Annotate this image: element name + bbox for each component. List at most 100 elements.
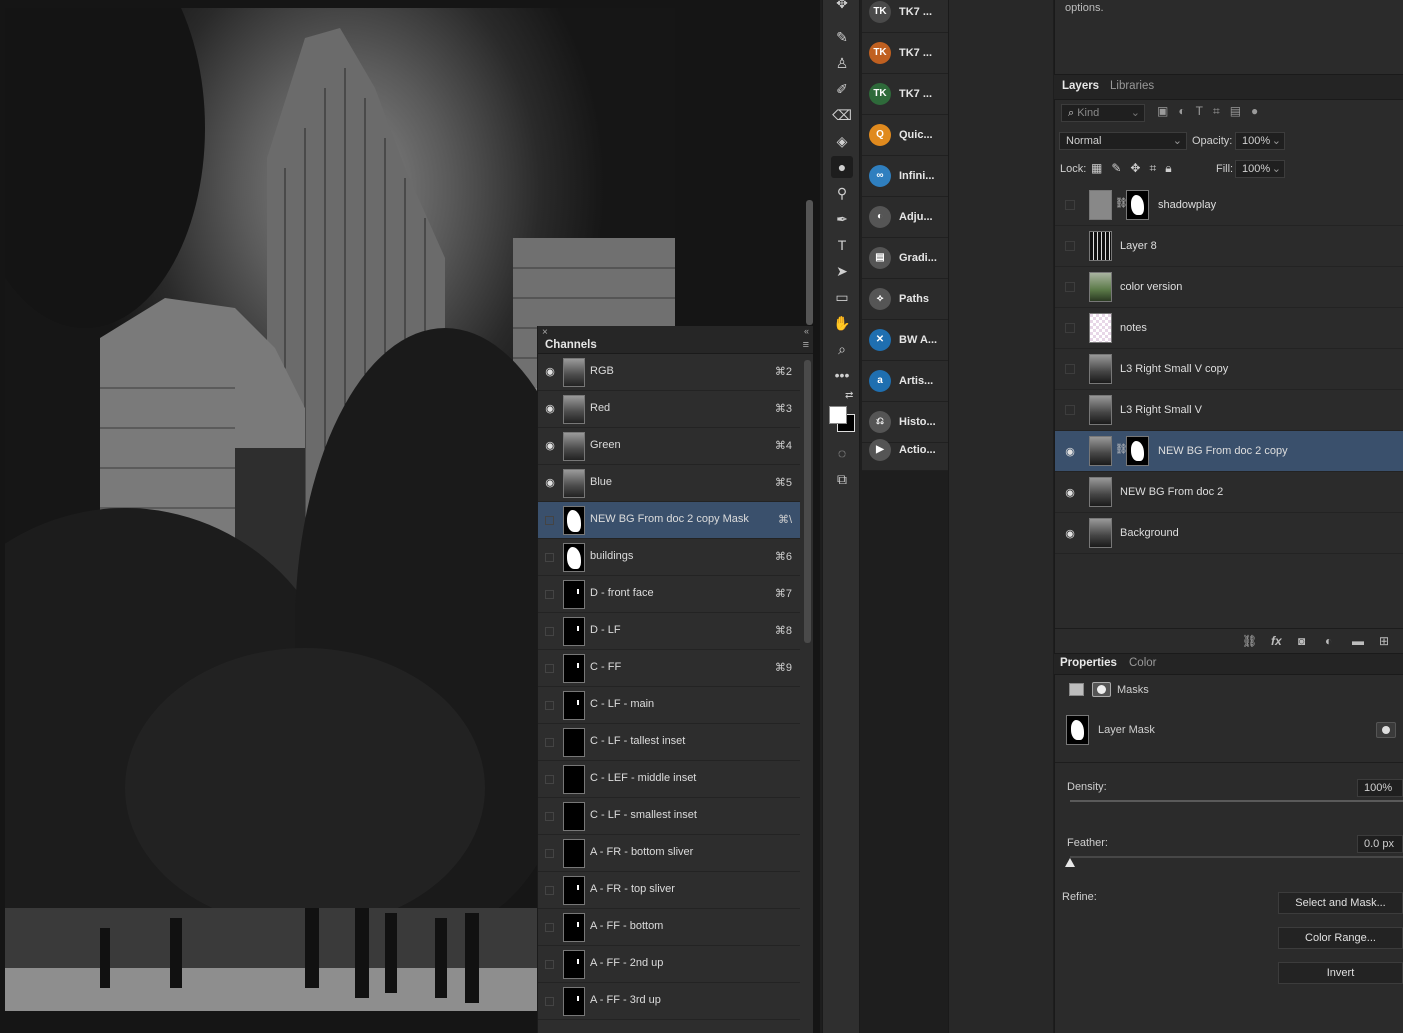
feather-slider[interactable] (1070, 856, 1403, 858)
visibility-toggle[interactable] (545, 886, 554, 895)
dock-item[interactable]: a Artis... (862, 361, 948, 402)
eye-icon[interactable]: ◉ (543, 440, 557, 452)
layer-row[interactable]: color version (1055, 267, 1403, 308)
layer-thumbnail[interactable] (1089, 477, 1112, 507)
visibility-toggle[interactable] (545, 923, 554, 932)
layer-row[interactable]: notes (1055, 308, 1403, 349)
layer-thumbnail[interactable] (1089, 190, 1112, 220)
layer-row[interactable]: L3 Right Small V (1055, 390, 1403, 431)
collapse-panel-icon[interactable]: « (804, 326, 809, 336)
canvas-scrollbar[interactable] (806, 200, 813, 325)
feather-slider-handle[interactable] (1065, 858, 1075, 867)
fx-icon[interactable]: fx (1271, 634, 1282, 648)
layer-thumbnail[interactable] (1089, 313, 1112, 343)
lock-artboard-icon[interactable]: ⌗ (1149, 161, 1165, 175)
layer-row[interactable]: L3 Right Small V copy (1055, 349, 1403, 390)
channel-row[interactable]: A - FF - 3rd up (538, 983, 800, 1020)
layer-thumbnail[interactable] (1089, 518, 1112, 548)
dock-item[interactable]: ∞ Infini... (862, 156, 948, 197)
channel-row[interactable]: ◉ Green ⌘4 (538, 428, 800, 465)
dock-item[interactable]: Q Quic... (862, 115, 948, 156)
eye-icon[interactable]: ◉ (1063, 445, 1077, 458)
dock-item[interactable]: TK TK7 ... (862, 0, 948, 33)
zoom-icon[interactable]: ⌕ (831, 338, 853, 360)
channel-row[interactable]: ◉ Red ⌘3 (538, 391, 800, 428)
visibility-toggle[interactable] (1065, 405, 1075, 415)
smart-object-filter-icon[interactable]: ▤ (1230, 104, 1251, 118)
pen-icon[interactable]: ✒ (831, 208, 853, 230)
channel-row[interactable]: buildings ⌘6 (538, 539, 800, 576)
layer-mask-thumbnail[interactable] (1126, 436, 1149, 466)
rectangle-icon[interactable]: ▭ (831, 286, 853, 308)
swap-colors-icon[interactable]: ⇄ (845, 390, 853, 401)
color-range-button[interactable]: Color Range... (1278, 927, 1403, 949)
layer-row[interactable]: ◉ Background (1055, 513, 1403, 554)
visibility-toggle[interactable] (545, 849, 554, 858)
dock-item[interactable]: ▶ Actio... (862, 430, 948, 471)
quick-mask-icon[interactable]: ◌ (831, 442, 853, 464)
layer-thumbnail[interactable] (1089, 354, 1112, 384)
visibility-toggle[interactable] (545, 590, 554, 599)
layer-row[interactable]: Layer 8 (1055, 226, 1403, 267)
channel-row[interactable]: A - FR - top sliver (538, 872, 800, 909)
adjustment-filter-icon[interactable]: ◐ (1178, 104, 1195, 118)
filter-toggle-icon[interactable]: ● (1251, 104, 1268, 118)
apply-mask-icon[interactable] (1376, 722, 1396, 738)
channel-row[interactable]: C - LF - smallest inset (538, 798, 800, 835)
channel-row[interactable]: C - LF - main (538, 687, 800, 724)
select-and-mask-button[interactable]: Select and Mask... (1278, 892, 1403, 914)
visibility-toggle[interactable] (545, 775, 554, 784)
paint-bucket-icon[interactable]: ◈ (831, 130, 853, 152)
eye-icon[interactable]: ◉ (543, 403, 557, 415)
new-group-icon[interactable]: ▬ (1352, 634, 1364, 648)
visibility-toggle[interactable] (545, 664, 554, 673)
visibility-toggle[interactable] (1065, 241, 1075, 251)
layer-thumbnail[interactable] (1089, 231, 1112, 261)
eye-icon[interactable]: ◉ (543, 366, 557, 378)
channel-row[interactable]: D - LF ⌘8 (538, 613, 800, 650)
channel-row[interactable]: C - LF - tallest inset (538, 724, 800, 761)
dock-item[interactable]: TK TK7 ... (862, 74, 948, 115)
pixel-filter-icon[interactable]: ▣ (1157, 104, 1178, 118)
history-brush-icon[interactable]: ✐ (831, 78, 853, 100)
link-layers-icon[interactable]: ⛓ (1242, 634, 1257, 648)
dock-item[interactable]: ▤ Gradi... (862, 238, 948, 279)
density-input[interactable]: 100% (1357, 779, 1403, 797)
visibility-toggle[interactable] (545, 812, 554, 821)
invert-button[interactable]: Invert (1278, 962, 1403, 984)
layer-mask-icon[interactable] (1092, 682, 1111, 697)
layer-filter-select[interactable]: ⌕ Kind ⌄ (1061, 104, 1145, 122)
tab-libraries[interactable]: Libraries (1110, 80, 1154, 92)
stamp-icon[interactable]: ♙ (831, 52, 853, 74)
adjustment-layer-icon[interactable]: ◐ (1325, 634, 1332, 648)
more-icon[interactable]: ••• (831, 364, 853, 386)
visibility-toggle[interactable] (545, 738, 554, 747)
foreground-color-swatch[interactable] (829, 406, 847, 424)
dock-item[interactable]: ◐ Adju... (862, 197, 948, 238)
visibility-toggle[interactable] (545, 997, 554, 1006)
dodge-icon[interactable]: ⚲ (831, 182, 853, 204)
dock-item[interactable]: ⟡ Paths (862, 279, 948, 320)
hand-icon[interactable]: ✋ (831, 312, 853, 334)
brush-icon[interactable]: ✎ (831, 26, 853, 48)
path-select-icon[interactable]: ➤ (831, 260, 853, 282)
eye-icon[interactable]: ◉ (543, 477, 557, 489)
visibility-toggle[interactable] (1065, 200, 1075, 210)
color-swatches[interactable]: ⇄ (827, 390, 857, 436)
density-slider[interactable] (1070, 800, 1403, 802)
channel-row[interactable]: A - FF - 2nd up (538, 946, 800, 983)
layer-mask-thumbnail[interactable] (1126, 190, 1149, 220)
lock-position-icon[interactable]: ✥ (1130, 161, 1149, 175)
panel-menu-icon[interactable]: ≡ (803, 339, 809, 351)
lock-pixels-icon[interactable]: ✎ (1111, 161, 1130, 175)
dock-item[interactable]: ✕ BW A... (862, 320, 948, 361)
lock-transparent-icon[interactable]: ▦ (1091, 161, 1111, 175)
close-panel-icon[interactable]: × (542, 327, 548, 338)
blur-drop-icon[interactable]: ● (831, 156, 853, 178)
layer-thumbnail[interactable] (1089, 395, 1112, 425)
channel-row[interactable]: NEW BG From doc 2 copy Mask ⌘\ (538, 502, 800, 539)
screen-mode-icon[interactable]: ⧉ (831, 468, 853, 490)
eye-icon[interactable]: ◉ (1063, 486, 1077, 499)
new-layer-icon[interactable]: ⊞ (1379, 634, 1389, 648)
blend-mode-select[interactable]: Normal ⌄ (1059, 132, 1187, 150)
